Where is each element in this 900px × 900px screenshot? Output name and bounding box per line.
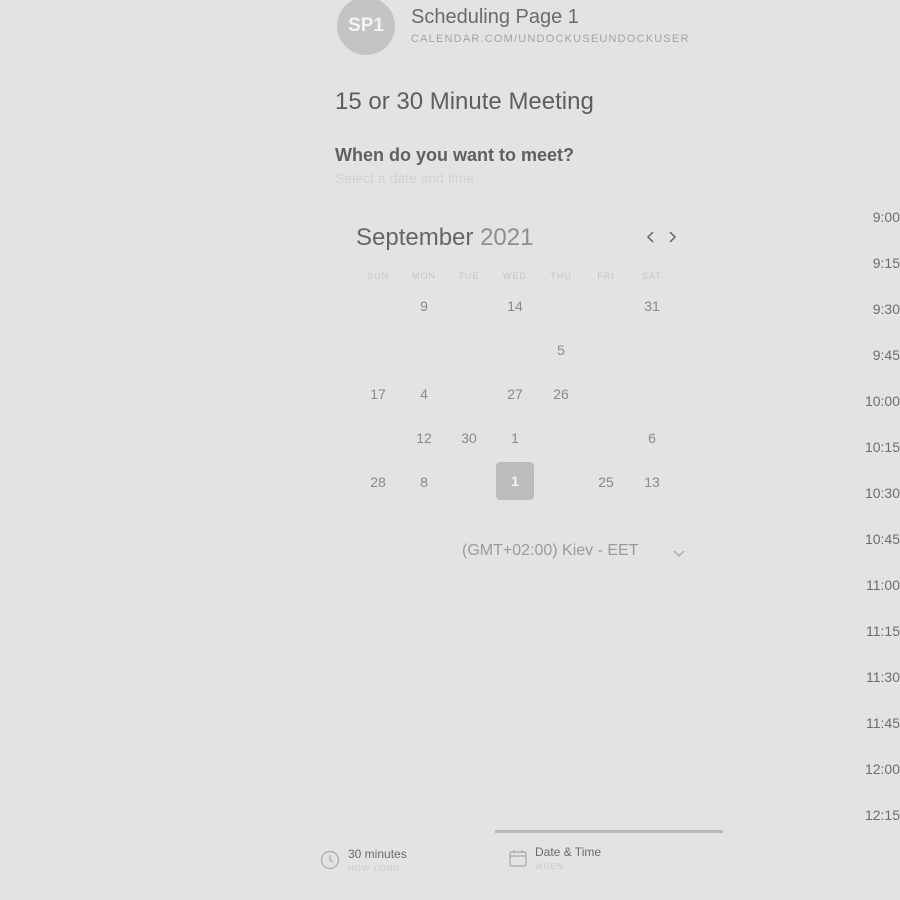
calendar-day[interactable]: 6 [633,419,671,457]
time-slot[interactable]: 11:45 [840,715,900,731]
calendar-day[interactable]: 4 [405,375,443,413]
year-label: 2021 [480,224,534,251]
page-name: Scheduling Page 1 [411,6,579,28]
prev-month-button[interactable] [641,226,661,248]
calendar-day[interactable]: 5 [542,331,580,369]
calendar-day[interactable]: 8 [405,463,443,501]
time-slot[interactable]: 10:45 [840,531,900,547]
weekday-wed: WED [503,271,527,281]
month-label: September [356,224,474,251]
active-step-indicator [495,830,723,833]
select-hint: Select a date and time [335,170,475,186]
duration-value: 30 minutes [348,847,407,861]
weekday-fri: FRI [597,271,615,281]
calendar-day[interactable]: 25 [587,463,625,501]
time-slot[interactable]: 9:45 [840,347,900,363]
calendar-icon [509,850,527,867]
calendar-day[interactable]: 31 [633,287,671,325]
duration-label: HOW LONG [348,864,401,873]
calendar-day[interactable]: 28 [359,463,397,501]
calendar-day[interactable]: 17 [359,375,397,413]
calendar-day[interactable]: 14 [496,287,534,325]
chevron-down-icon[interactable] [672,546,686,560]
time-slot[interactable]: 12:15 [840,807,900,823]
time-slot[interactable]: 9:30 [840,301,900,317]
datetime-value[interactable]: Date & Time [535,845,601,859]
meeting-title: 15 or 30 Minute Meeting [335,88,594,115]
time-slot[interactable]: 9:15 [840,255,900,271]
time-slot[interactable]: 11:15 [840,623,900,639]
calendar-day[interactable]: 12 [405,419,443,457]
weekday-sat: SAT [642,271,662,281]
time-slot[interactable]: 10:15 [840,439,900,455]
calendar-day[interactable]: 13 [633,463,671,501]
when-question: When do you want to meet? [335,145,574,165]
weekday-tue: TUE [458,271,480,281]
month-year-heading: September 2021 [356,224,533,252]
calendar-day[interactable]: 30 [450,419,488,457]
weekday-mon: MON [412,271,436,281]
avatar: SP1 [337,0,395,55]
calendar-day[interactable]: 1 [496,419,534,457]
calendar-day[interactable]: 9 [405,287,443,325]
timezone-select[interactable]: (GMT+02:00) Kiev - EET [462,542,639,560]
datetime-label: WHEN [535,862,564,871]
calendar-day[interactable]: 27 [496,375,534,413]
time-slot[interactable]: 12:00 [840,761,900,777]
clock-icon [320,850,340,870]
time-slot[interactable]: 10:30 [840,485,900,501]
time-slot[interactable]: 9:00 [840,209,900,225]
time-slot[interactable]: 11:30 [840,669,900,685]
page-url[interactable]: CALENDAR.COM/UNDOCKUSEUNDOCKUSER [411,33,690,45]
time-slot[interactable]: 10:00 [840,393,900,409]
weekday-thu: THU [550,271,572,281]
calendar-day[interactable]: 26 [542,375,580,413]
next-month-button[interactable] [662,226,682,248]
chevron-left-icon [646,231,654,243]
weekday-sun: SUN [366,271,389,281]
time-slot[interactable]: 11:00 [840,577,900,593]
selected-day[interactable]: 1 [496,462,534,500]
chevron-right-icon [669,231,677,243]
